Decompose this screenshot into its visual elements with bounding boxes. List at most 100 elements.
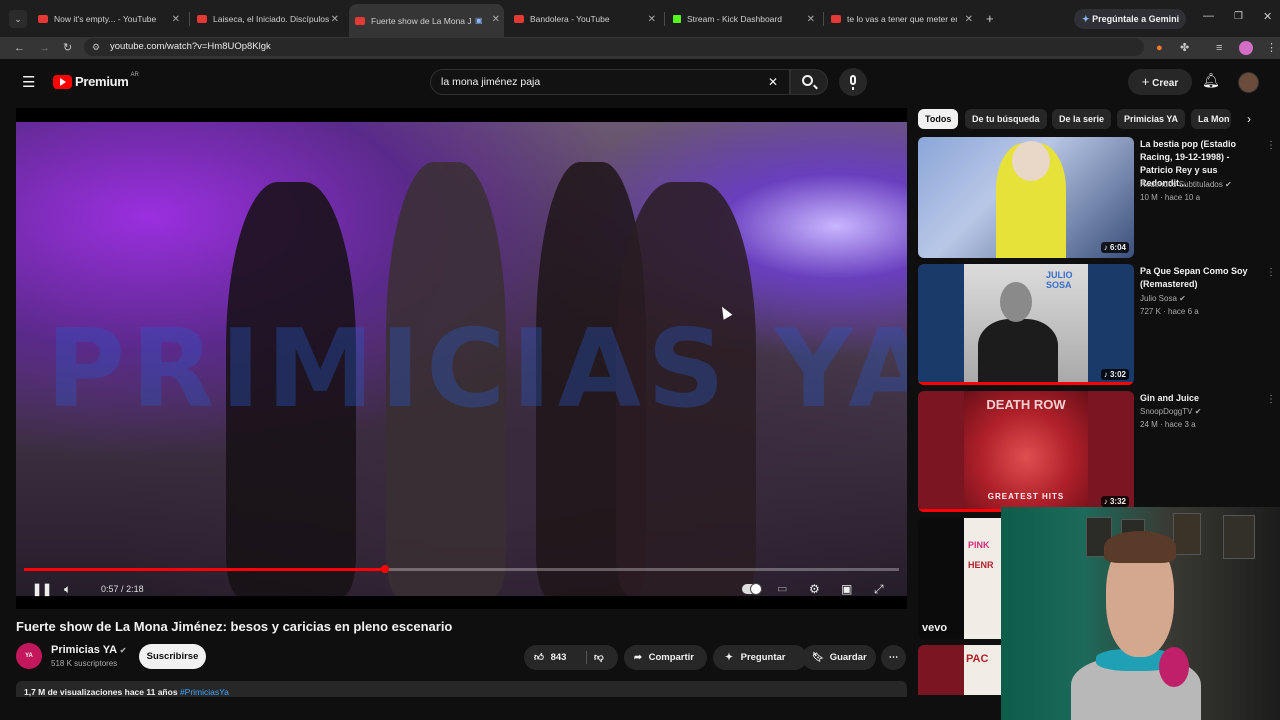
rec-thumbnail[interactable]: PINK HENR vevo xyxy=(918,518,1001,639)
browser-tab[interactable]: te lo vas a tener que meter en el ✕ xyxy=(825,6,977,32)
thumb-text: PINK xyxy=(968,540,990,550)
browser-menu-icon[interactable]: ⋮ xyxy=(1266,37,1277,59)
share-button[interactable]: ➦ Compartir xyxy=(624,645,707,670)
voice-search-button[interactable] xyxy=(839,68,867,96)
sparkle-icon: ✦ xyxy=(725,652,733,663)
miniplayer-icon[interactable]: ▣ xyxy=(841,582,852,596)
rec-menu-icon[interactable]: ⋮ xyxy=(1266,267,1276,278)
account-avatar[interactable] xyxy=(1238,72,1259,93)
youtube-favicon-icon xyxy=(831,15,841,23)
channel-name-text: Primicias YA xyxy=(51,644,117,656)
clear-search-icon[interactable]: ✕ xyxy=(768,70,778,94)
profile-avatar[interactable] xyxy=(1239,41,1253,55)
browser-tab[interactable]: Now it's empty... - YouTube ✕ xyxy=(32,6,184,32)
dislike-button[interactable]: 👎︎ xyxy=(594,645,604,670)
chip-de-la-serie[interactable]: De la serie xyxy=(1052,109,1112,129)
video-title: Fuerte show de La Mona Jiménez: besos y … xyxy=(16,619,453,634)
verified-badge-icon: ✔ xyxy=(1224,180,1232,189)
chip-de-tu-busqueda[interactable]: De tu búsqueda xyxy=(965,109,1047,129)
like-button[interactable]: 👍︎ 843 xyxy=(534,645,566,670)
rec-thumbnail[interactable]: JULIO SOSA ♪ 3:02 xyxy=(918,264,1134,385)
chip-primicias-ya[interactable]: Primicias YA xyxy=(1117,109,1186,129)
autoplay-toggle[interactable] xyxy=(742,583,762,595)
browser-tab[interactable]: Laiseca, el Iniciado. Discípulos ✕ xyxy=(191,6,343,32)
extension-orange-icon[interactable]: ● xyxy=(1156,37,1163,59)
channel-avatar[interactable]: YA xyxy=(16,643,42,669)
rec-thumbnail[interactable]: DEATH ROW GREATEST HITS ♪ 3:32 xyxy=(918,391,1134,512)
chips-next-icon[interactable]: › xyxy=(1238,109,1260,129)
gemini-label: Pregúntale a Gemini xyxy=(1092,14,1180,24)
tab-title: Now it's empty... - YouTube xyxy=(54,14,157,24)
youtube-favicon-icon xyxy=(38,15,48,23)
video-frame[interactable]: PRIMICIAS YA xyxy=(16,122,907,596)
progress-played xyxy=(24,568,386,571)
search-button[interactable] xyxy=(790,69,828,95)
thumbs-down-icon: 👎︎ xyxy=(594,652,604,663)
close-tab-icon[interactable]: ✕ xyxy=(965,14,973,25)
extensions-puzzle-icon[interactable]: ✤ xyxy=(1180,37,1189,59)
rec-thumbnail[interactable]: PAC xyxy=(918,645,1001,695)
ask-button[interactable]: ✦ Preguntar xyxy=(713,645,807,670)
browser-tab-active[interactable]: Fuerte show de La Mona Jiménez ▣ ✕ xyxy=(349,4,504,37)
tab-title: Fuerte show de La Mona Jiménez xyxy=(371,15,471,26)
progress-bar[interactable] xyxy=(24,565,899,573)
close-tab-icon[interactable]: ✕ xyxy=(172,14,180,25)
duration-badge: ♪ 3:32 xyxy=(1100,496,1129,507)
rec-channel[interactable]: SnoopDoggTV ✔ xyxy=(1140,405,1201,418)
pause-button[interactable]: ❚❚ xyxy=(32,582,52,596)
video-watermark: PRIMICIAS YA xyxy=(46,307,907,432)
like-dislike-group: 👍︎ 843 👎︎ xyxy=(524,645,618,670)
close-tab-icon[interactable]: ✕ xyxy=(807,14,815,25)
minimize-window-button[interactable]: — xyxy=(1203,10,1214,22)
notifications-bell-icon[interactable]: 🔔︎ xyxy=(1202,72,1220,89)
media-control-icon[interactable]: ≡ xyxy=(1216,37,1222,59)
rec-channel[interactable]: Redondos Subtitulados ✔ xyxy=(1140,178,1232,191)
rec-menu-icon[interactable]: ⋮ xyxy=(1266,394,1276,405)
new-tab-button[interactable]: + xyxy=(986,11,994,26)
like-divider xyxy=(586,651,587,664)
menu-hamburger-icon[interactable]: ☰ xyxy=(22,73,35,91)
browser-tab[interactable]: Bandolera - YouTube ✕ xyxy=(508,6,660,32)
fullscreen-icon[interactable]: ⤢ xyxy=(874,582,884,597)
music-note-icon: ♪ xyxy=(1103,243,1108,252)
browser-tab[interactable]: Stream - Kick Dashboard ✕ xyxy=(667,6,819,32)
subscribe-button[interactable]: Suscribirse xyxy=(139,644,206,669)
rec-meta: 727 K · hace 6 a xyxy=(1140,307,1199,316)
webcam-poster xyxy=(1173,513,1201,555)
site-info-icon[interactable]: ⚙ xyxy=(92,38,100,56)
restore-window-button[interactable]: ❐ xyxy=(1234,11,1243,22)
subtitles-icon[interactable]: ▭ xyxy=(777,582,787,595)
chip-todos[interactable]: Todos xyxy=(918,109,959,129)
close-window-button[interactable]: ✕ xyxy=(1263,10,1272,23)
video-player[interactable]: PRIMICIAS YA ❚❚ 🔈︎ 0:57 / 2:18 ▭ ⚙ ▣ ⤢ xyxy=(16,108,907,609)
rec-title[interactable]: Pa Que Sepan Como Soy (Remastered) xyxy=(1140,265,1265,291)
thumb-text: DEATH ROW xyxy=(986,397,1066,412)
youtube-logo[interactable]: Premium AR xyxy=(53,72,139,89)
close-tab-icon[interactable]: ✕ xyxy=(331,14,339,25)
youtube-favicon-icon xyxy=(197,15,207,23)
create-button[interactable]: + Crear xyxy=(1128,69,1192,95)
close-tab-icon[interactable]: ✕ xyxy=(648,14,656,25)
back-arrow-icon[interactable]: ← xyxy=(14,37,25,59)
description-box[interactable]: 1,7 M de visualizaciones hace 11 años #P… xyxy=(16,681,907,697)
hashtag-link[interactable]: #PrimiciasYa xyxy=(180,687,229,697)
rec-thumbnail[interactable]: ♪ 6:04 xyxy=(918,137,1134,258)
rec-title[interactable]: Gin and Juice xyxy=(1140,392,1265,405)
rec-menu-icon[interactable]: ⋮ xyxy=(1266,140,1276,151)
chip-la-mona[interactable]: La Mon xyxy=(1191,109,1231,129)
tab-separator xyxy=(664,12,665,26)
duration-badge: ♪ 6:04 xyxy=(1100,242,1129,253)
gemini-button[interactable]: ✦ Pregúntale a Gemini xyxy=(1074,9,1186,29)
search-input[interactable]: la mona jiménez paja ✕ xyxy=(430,69,790,95)
tab-search-icon[interactable]: ⌄ xyxy=(9,10,27,28)
reload-icon[interactable]: ↻ xyxy=(63,37,72,59)
more-actions-button[interactable]: ⋯ xyxy=(881,645,906,670)
rec-channel[interactable]: Julio Sosa ✔ xyxy=(1140,292,1186,305)
volume-icon[interactable]: 🔈︎ xyxy=(64,582,71,597)
url-bar[interactable]: ⚙ youtube.com/watch?v=Hm8UOp8Klgk xyxy=(84,38,1144,56)
close-tab-icon[interactable]: ✕ xyxy=(492,14,500,25)
settings-gear-icon[interactable]: ⚙ xyxy=(809,582,820,596)
forward-arrow-icon[interactable]: → xyxy=(39,37,50,59)
save-button[interactable]: 🔖︎ Guardar xyxy=(802,645,876,670)
channel-name[interactable]: Primicias YA ✔ xyxy=(51,644,126,656)
